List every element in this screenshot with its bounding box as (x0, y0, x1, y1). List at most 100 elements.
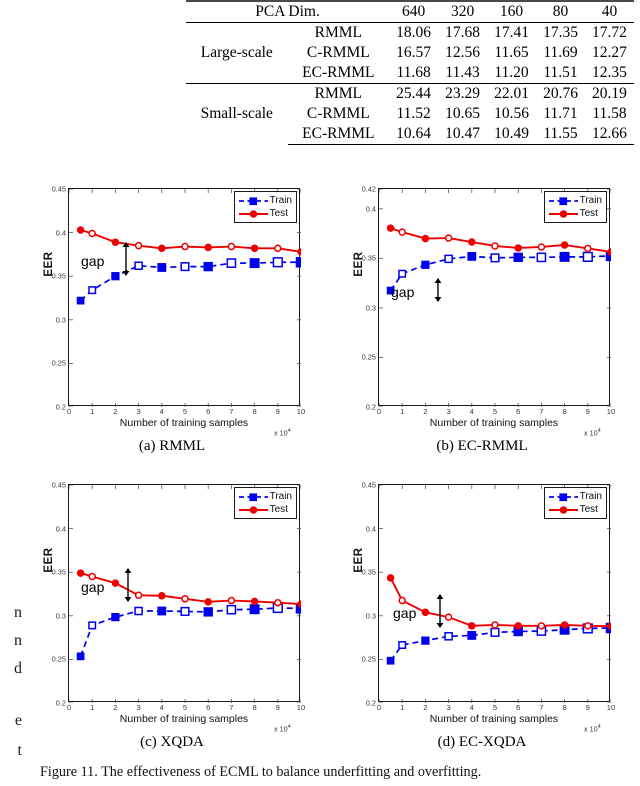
data-point-train (157, 606, 167, 616)
table-value-cell: 16.57 (396, 44, 432, 61)
table-value-cell: 22.01 (487, 83, 537, 104)
x-tick-label: 3 (446, 703, 451, 712)
chart-legend: Train Test (543, 487, 607, 519)
x-tick-label: 7 (229, 407, 234, 416)
table-value-cell: 12.56 (445, 44, 480, 61)
margin-text-fragment: n (14, 604, 22, 621)
y-axis-label: EER (353, 251, 365, 277)
legend-label-train: Train (269, 491, 292, 502)
data-point-test (398, 228, 406, 236)
data-point-test (181, 595, 189, 603)
gap-double-arrow-icon (122, 242, 130, 276)
data-point-train (226, 604, 237, 615)
x-tick-label: 0 (66, 407, 72, 416)
data-point-test (158, 591, 166, 600)
y-axis-label: EER (43, 251, 55, 277)
x-tick-label: 1 (400, 703, 405, 712)
x-axis-label: Number of training samples (119, 417, 249, 429)
x-tick-label: 2 (423, 703, 428, 712)
data-point-test (560, 241, 569, 249)
table-method-cell: C-RMML (306, 44, 370, 61)
legend-label-test: Test (579, 504, 598, 515)
data-point-train (272, 257, 283, 268)
data-point-test (274, 598, 282, 607)
chart-panel-c: 0.2 0.25 0.3 0.35 0.4 0.45 0 1 2 3 4 5 6 7 8 9 10 Train Te… (22, 476, 322, 761)
data-point-train (88, 621, 97, 630)
data-point-test (514, 622, 522, 630)
x-axis-multiplier: x 104 (274, 724, 291, 733)
panel-caption-a: (a) RMML (138, 438, 206, 454)
y-tick-label: 0.45 (51, 480, 66, 490)
gap-annotation-label: gap (393, 605, 417, 621)
x-tick-label: 9 (585, 407, 590, 416)
legend-swatch-train-icon (238, 195, 269, 207)
x-tick-label: 5 (492, 407, 498, 416)
table-header-cell: 640 (389, 0, 439, 23)
legend-swatch-train-icon (548, 195, 579, 207)
table-value-cell: 10.56 (494, 105, 529, 122)
legend-swatch-test-icon (548, 208, 579, 220)
data-point-train (559, 251, 570, 262)
margin-text-fragment: d (14, 660, 22, 677)
figure-11: 0.2 0.25 0.3 0.35 0.4 0.45 0 1 2 3 4 5 6 7 8 9 10 Train Te… (0, 178, 640, 786)
data-point-train (203, 261, 213, 272)
x-tick-label: 6 (206, 703, 211, 712)
x-tick-label: 1 (90, 407, 95, 416)
margin-text-fragment: t (17, 742, 22, 759)
table-value-cell: 11.58 (592, 105, 627, 122)
data-point-test (537, 243, 546, 251)
data-point-test (297, 600, 301, 608)
data-point-test (491, 621, 499, 629)
data-point-test (537, 622, 546, 630)
legend-label-test: Test (579, 208, 598, 219)
table-header-cell: 160 (487, 0, 537, 23)
x-tick-label: 2 (423, 407, 428, 416)
table-value-cell: 11.51 (543, 64, 578, 81)
x-multiplier-exponent: 4 (287, 428, 291, 434)
data-point-train (386, 656, 395, 665)
data-point-train (295, 256, 301, 268)
data-point-train (88, 286, 97, 295)
y-tick-label: 0.4 (365, 524, 376, 534)
data-point-train (467, 251, 477, 261)
x-tick-label: 9 (275, 407, 280, 416)
table-header-cell: 80 (536, 0, 585, 23)
table-method-cell: EC-RMML (302, 64, 375, 81)
figure-caption: Figure 11. The effectiveness of ECML to … (40, 764, 482, 780)
chart-legend: Train Test (543, 191, 607, 223)
gap-annotation-label: gap (391, 284, 415, 300)
data-point-test (421, 234, 430, 243)
table-value-cell: 11.65 (494, 44, 529, 61)
x-tick-label: 10 (606, 703, 616, 712)
y-tick-label: 0.42 (361, 184, 376, 194)
margin-text-fragment: n (14, 632, 22, 649)
legend-label-test: Test (269, 208, 288, 219)
x-tick-label: 6 (516, 407, 521, 416)
data-point-train (180, 606, 190, 616)
data-point-test (76, 569, 85, 577)
y-tick-label: 0.45 (51, 184, 66, 194)
x-tick-label: 4 (469, 703, 474, 712)
legend-label-train: Train (269, 195, 292, 206)
data-point-train (513, 252, 523, 263)
legend-item-train: Train (238, 490, 292, 503)
data-point-train (203, 607, 213, 617)
y-axis-label: EER (353, 547, 365, 573)
data-point-test (607, 622, 611, 631)
x-tick-label: 7 (539, 407, 544, 416)
table-group-label: Large-scale (186, 22, 288, 84)
panel-caption-b: (b) EC-RMML (436, 438, 528, 454)
y-tick-label: 0.25 (51, 358, 66, 368)
x-tick-label: 4 (159, 703, 164, 712)
panel-caption-c: (c) XQDA (140, 734, 204, 750)
table-value-cell: 20.19 (584, 83, 634, 104)
data-point-test (250, 244, 259, 253)
table-value-cell: 17.35 (536, 22, 585, 43)
data-point-test (204, 598, 212, 606)
data-point-test (181, 242, 189, 251)
y-tick-label: 0.25 (361, 352, 376, 362)
x-tick-label: 1 (90, 703, 95, 712)
table-value-cell: 20.76 (536, 83, 585, 104)
table-method-cell: C-RMML (306, 105, 370, 122)
data-point-train (421, 260, 430, 269)
